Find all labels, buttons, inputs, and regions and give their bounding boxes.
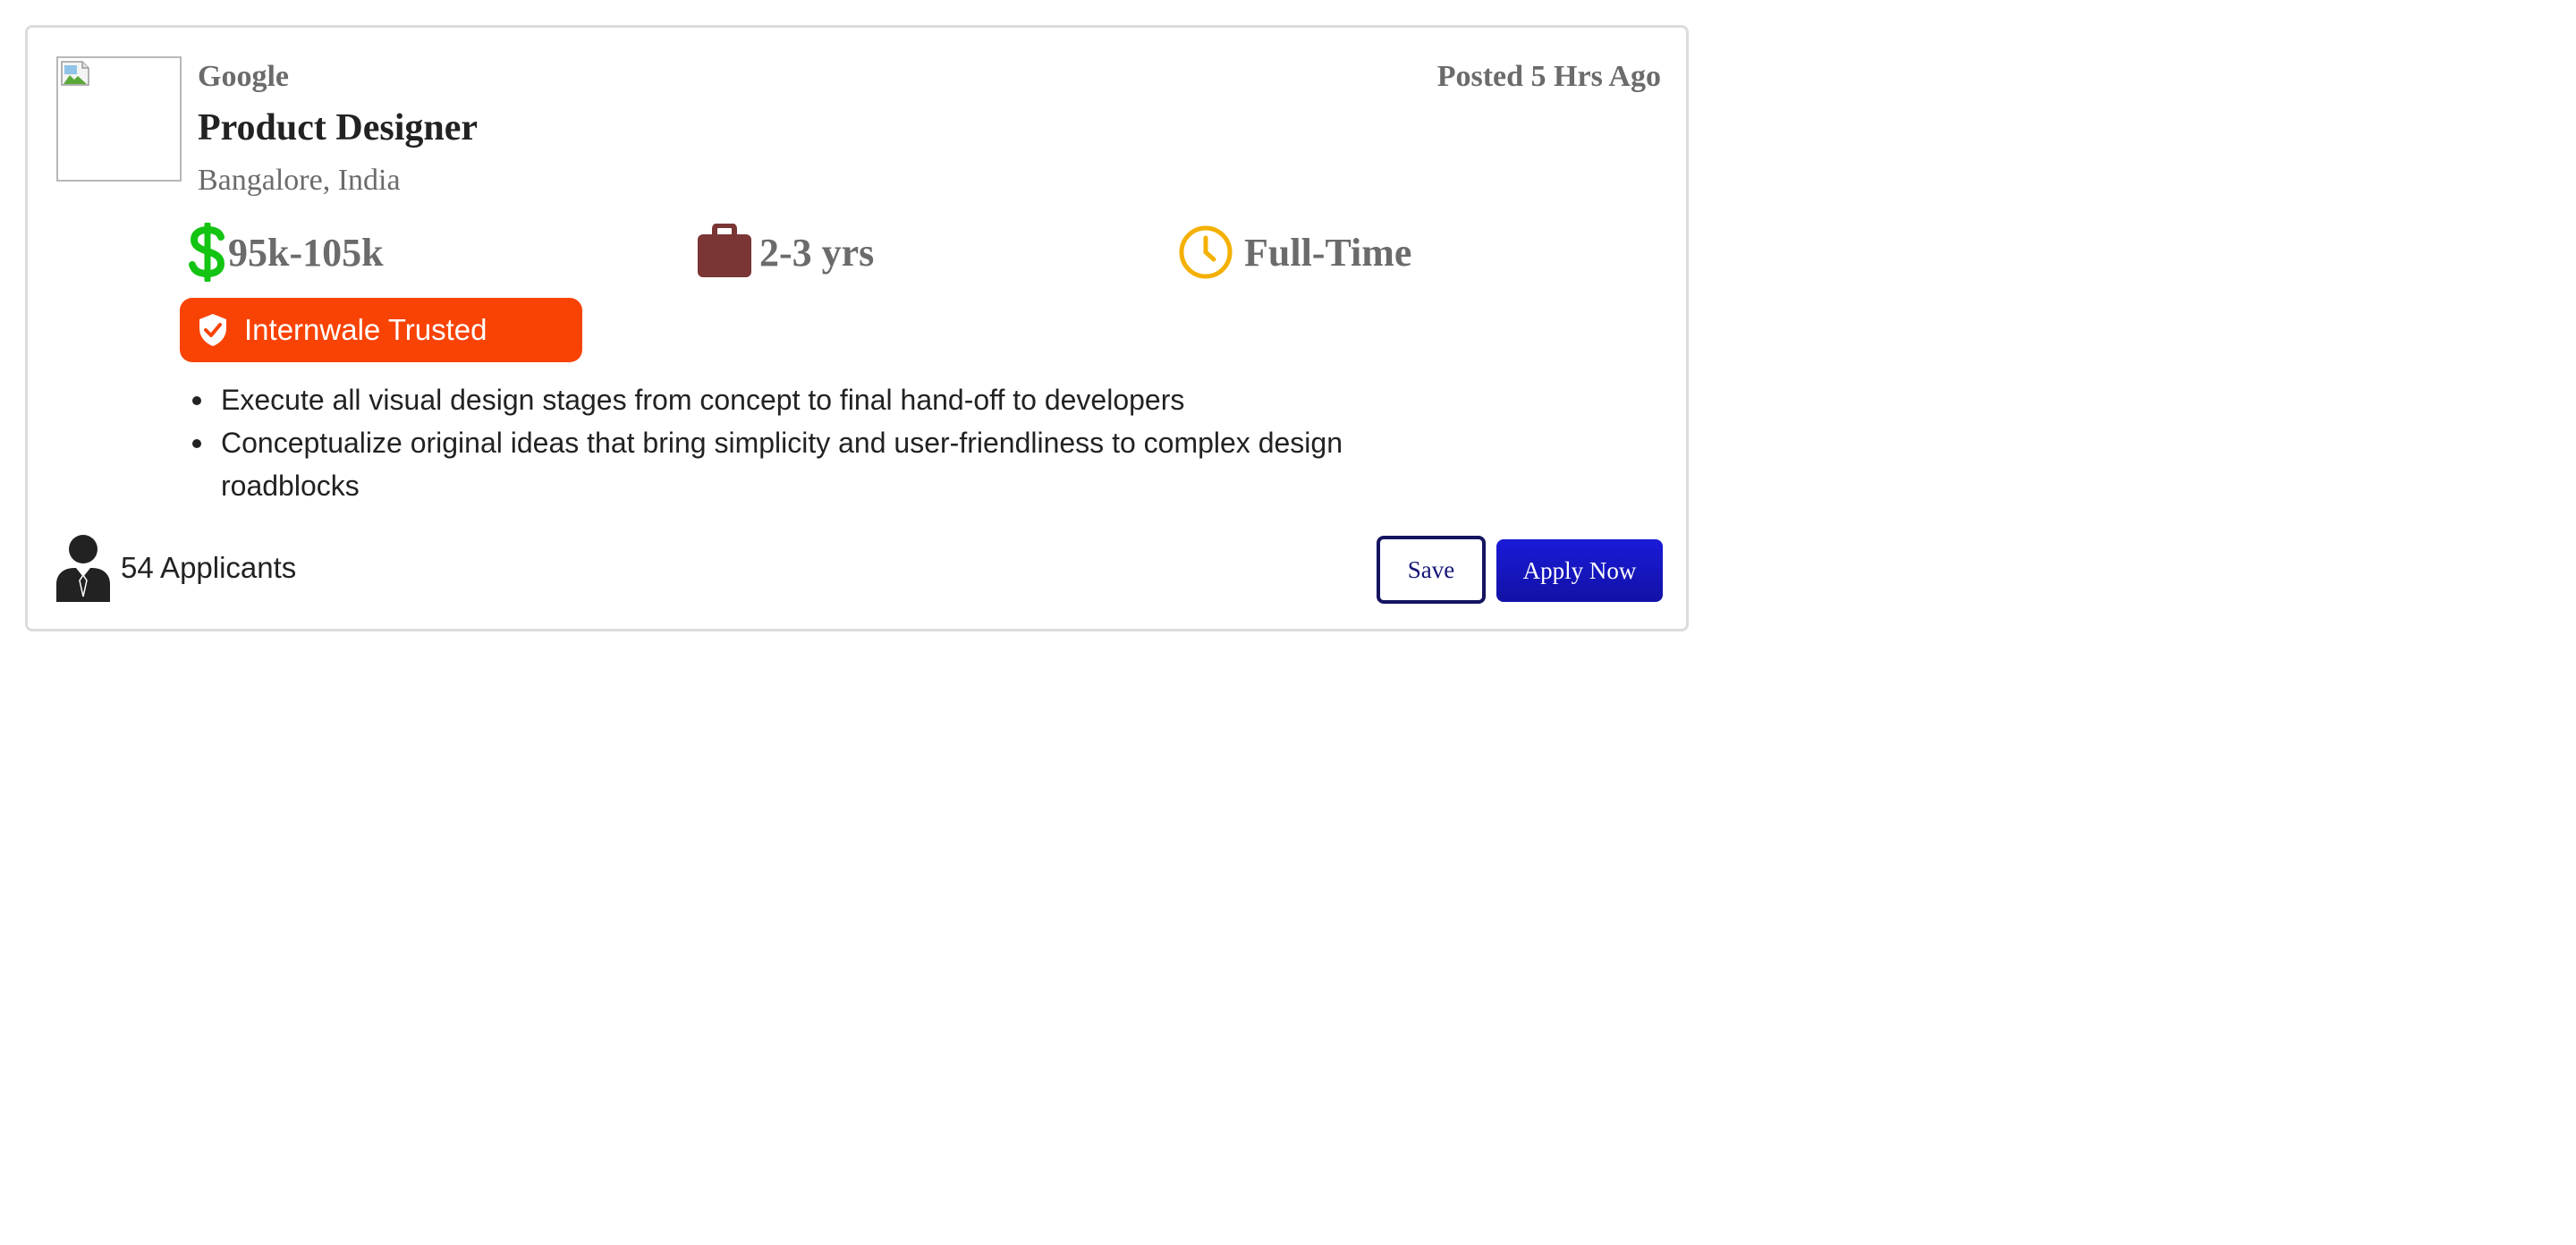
applicants-count: 54 Applicants <box>121 551 297 584</box>
job-type-value: Full-Time <box>1244 230 1412 275</box>
experience-info: 2-3 yrs <box>695 221 874 284</box>
trusted-badge-label: Internwale Trusted <box>244 313 487 346</box>
save-button[interactable]: Save <box>1377 536 1486 604</box>
job-location: Bangalore, India <box>198 164 401 197</box>
job-title: Product Designer <box>198 107 479 148</box>
shield-check-icon <box>199 314 226 346</box>
experience-value: 2-3 yrs <box>759 230 875 275</box>
company-logo <box>56 56 182 182</box>
salary-value: 95k-105k <box>228 230 384 275</box>
applicants-info: 54 Applicants <box>55 534 296 602</box>
salary-info: 95k-105k <box>187 221 384 284</box>
responsibilities-list: Execute all visual design stages from co… <box>192 378 1366 507</box>
dollar-icon <box>189 223 225 282</box>
company-name: Google <box>198 60 289 93</box>
broken-image-icon <box>61 61 89 86</box>
apply-now-button[interactable]: Apply Now <box>1496 539 1663 602</box>
trusted-badge: Internwale Trusted <box>180 298 582 362</box>
job-type-info: Full-Time <box>1178 221 1411 284</box>
briefcase-icon <box>698 224 751 277</box>
clock-icon <box>1179 225 1233 279</box>
posted-time: Posted 5 Hrs Ago <box>1436 60 1661 93</box>
user-suit-icon <box>56 535 110 602</box>
list-item: Execute all visual design stages from co… <box>192 378 1366 421</box>
list-item: Conceptualize original ideas that bring … <box>192 421 1366 507</box>
job-card: Google Product Designer Bangalore, India… <box>25 25 1689 631</box>
